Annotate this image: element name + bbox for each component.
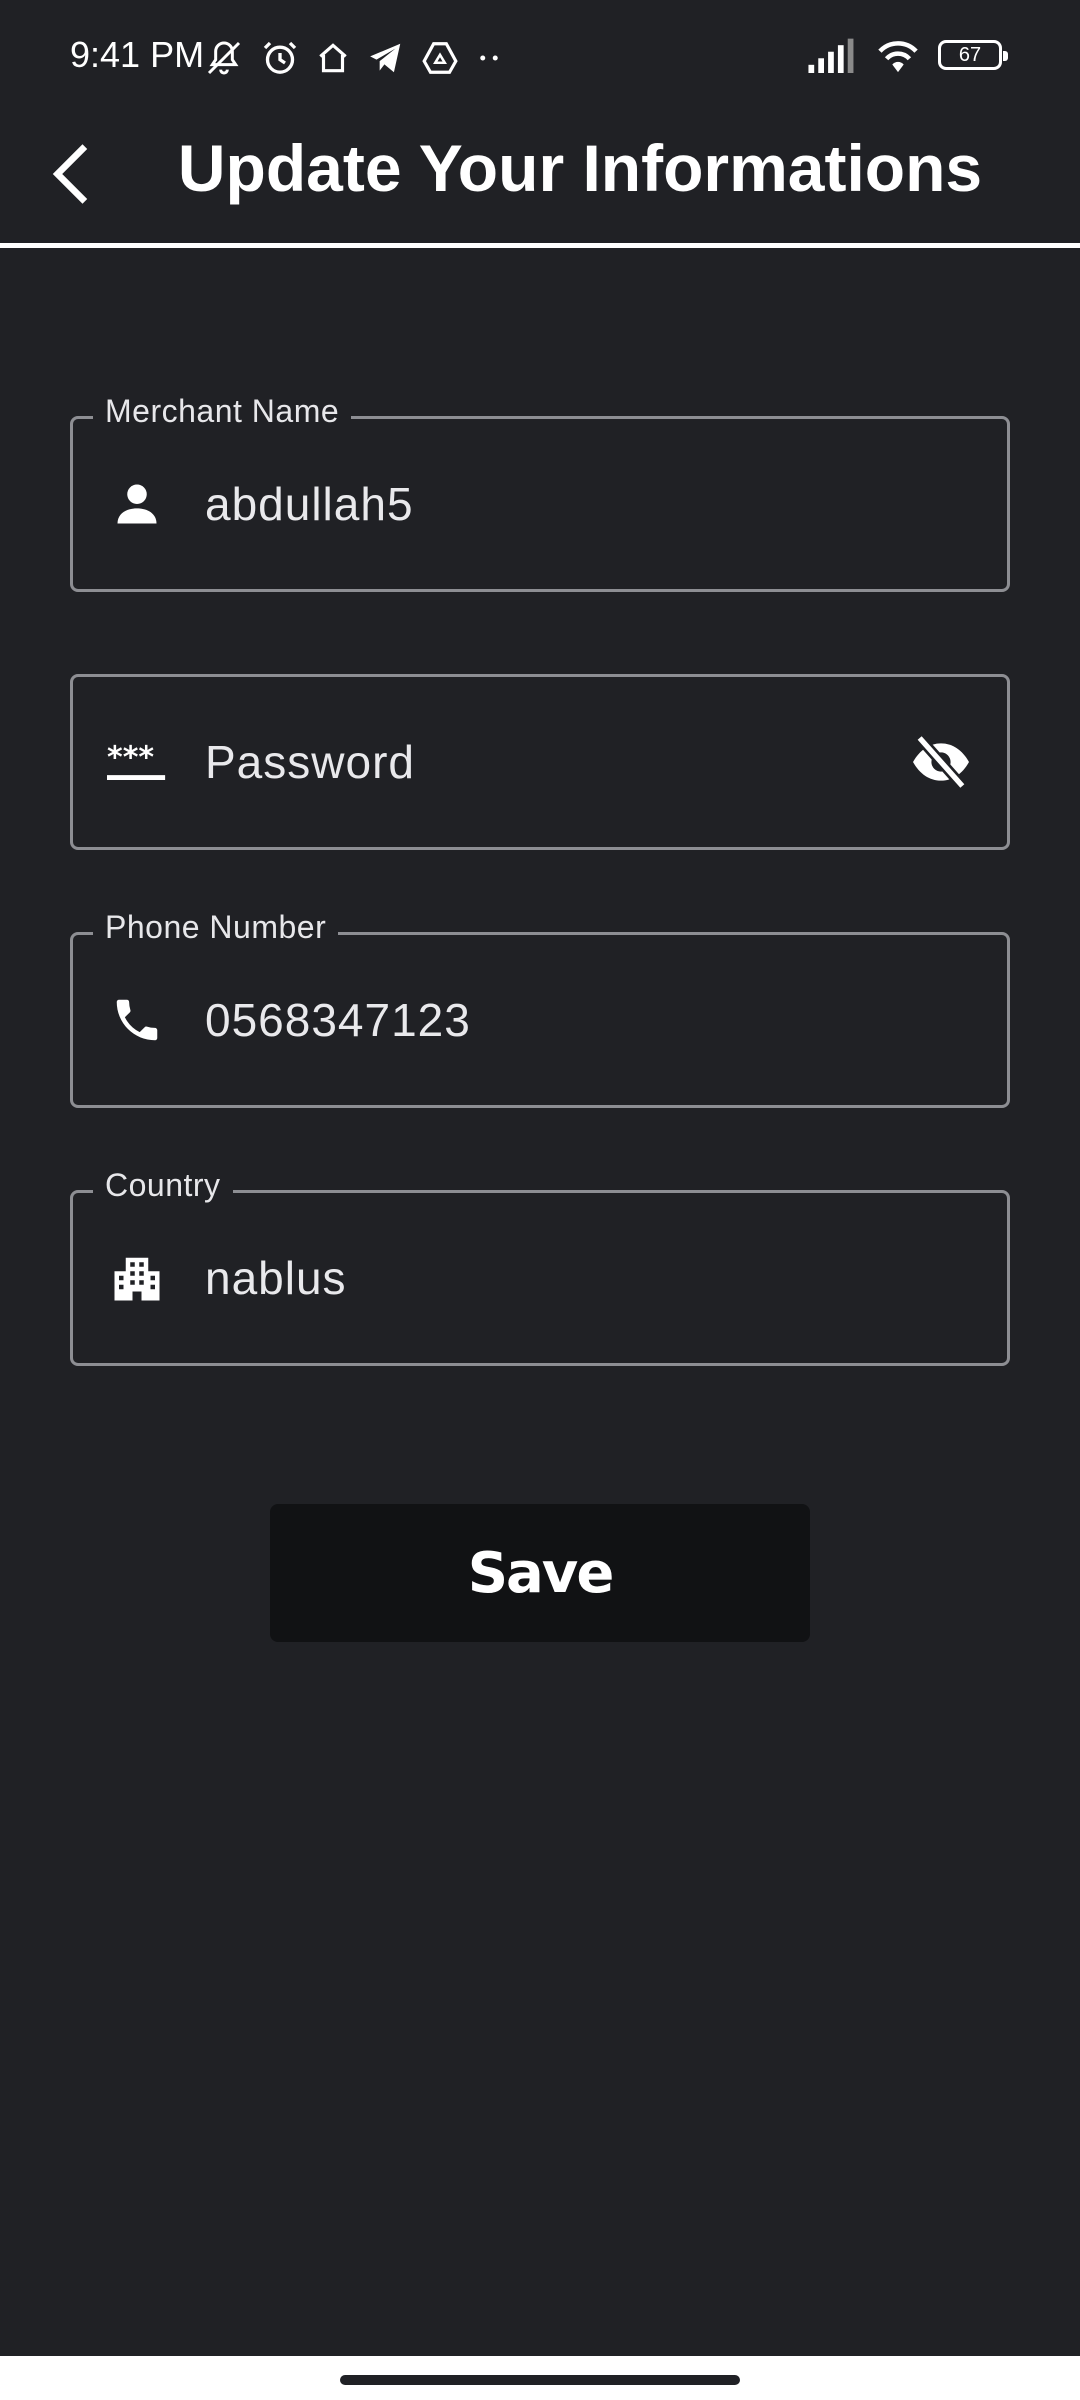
phone-number-field[interactable]: Phone Number (70, 909, 1010, 1108)
visibility-off-icon[interactable] (905, 726, 977, 798)
status-bar: 9:41 PM 67 (0, 0, 1080, 118)
person-icon (107, 474, 167, 534)
app-bar: Update Your Informations (0, 118, 1080, 244)
city-icon (107, 1248, 167, 1308)
notification-icons (202, 38, 504, 78)
phone-number-label: Phone Number (93, 909, 339, 946)
signal-icon (808, 38, 854, 73)
more-dots-icon (480, 55, 498, 61)
telegram-icon (370, 43, 401, 73)
battery-icon: 67 (938, 40, 1008, 70)
navigation-bar (0, 2356, 1080, 2400)
drive-icon (422, 42, 458, 74)
battery-level: 67 (958, 43, 982, 66)
country-input[interactable] (205, 1251, 865, 1305)
merchant-name-label: Merchant Name (93, 393, 352, 430)
country-label: Country (93, 1167, 233, 1204)
merchant-name-input[interactable] (205, 477, 865, 531)
password-field[interactable]: *** (70, 674, 1010, 850)
phone-number-input[interactable] (205, 993, 865, 1047)
home-indicator[interactable] (340, 2375, 740, 2385)
status-time: 9:41 PM (70, 34, 205, 75)
svg-text:***: *** (107, 741, 154, 776)
wifi-icon (878, 41, 918, 73)
page-title: Update Your Informations (177, 131, 983, 205)
phone-icon (107, 990, 167, 1050)
home-icon (319, 43, 347, 73)
password-icon: *** (107, 732, 167, 792)
mute-icon (207, 41, 241, 75)
save-button[interactable]: Save (270, 1504, 810, 1642)
system-icons: 67 (808, 36, 1008, 74)
header-divider (0, 243, 1080, 248)
password-input[interactable] (205, 735, 865, 789)
alarm-icon (263, 41, 297, 74)
merchant-name-field[interactable]: Merchant Name (70, 393, 1010, 592)
country-field[interactable]: Country (70, 1167, 1010, 1366)
